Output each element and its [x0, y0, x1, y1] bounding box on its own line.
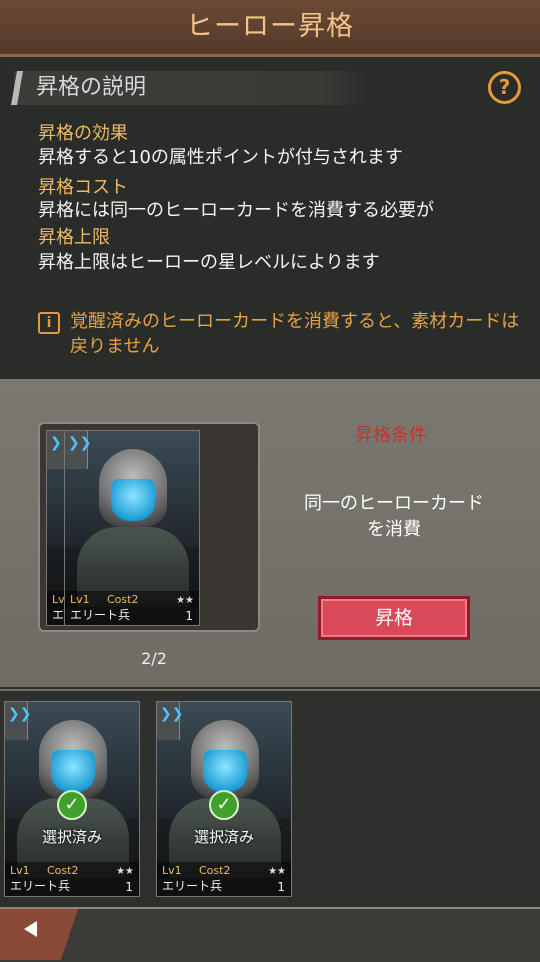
page-title: ヒーロー昇格: [186, 11, 354, 42]
card-name: エリート兵: [70, 608, 131, 622]
material-card-1[interactable]: ❯❯ ✓ 選択済み Lv1 Cost2 ★★ エリート兵 1: [4, 701, 140, 897]
chevron-rank-icon: ❯❯: [8, 706, 32, 722]
effect-text: 昇格すると10の属性ポイントが付与されます: [38, 147, 403, 168]
rank-badge: ❯❯: [157, 702, 184, 740]
card-count: 1: [185, 609, 193, 623]
card-stars: ★★: [116, 866, 134, 877]
check-circle-icon: ✓: [209, 790, 239, 820]
card-name: エリート兵: [10, 879, 71, 893]
card-count: 1: [125, 880, 133, 894]
selected-label: 選択済み: [41, 828, 102, 846]
upgrade-area: ❯❯ Lv1 エリート兵 ❯❯ Lv1 Cost2 ★★ エリート兵 1 2/2…: [0, 379, 540, 687]
rank-badge: ❯❯: [65, 431, 92, 469]
description-panel: 昇格の説明 ? 昇格の効果 昇格すると10の属性ポイントが付与されます 昇格コス…: [0, 57, 540, 379]
card-level: Lv1: [162, 864, 182, 877]
card-cost: Cost2: [107, 593, 139, 606]
material-card-2[interactable]: ❯❯ ✓ 選択済み Lv1 Cost2 ★★ エリート兵 1: [156, 701, 292, 897]
soldier-visor: [111, 479, 155, 521]
help-button[interactable]: ?: [488, 71, 521, 104]
card-level: Lv1: [10, 864, 30, 877]
rank-badge: ❯❯: [5, 702, 32, 740]
card-count: 1: [277, 880, 285, 894]
chevron-rank-icon: ❯❯: [68, 435, 92, 451]
card-name: エリート兵: [162, 879, 223, 893]
warning-text: 覚醒済みのヒーローカードを消費すると、素材カードは戻りません: [70, 311, 520, 357]
header-bar: ヒーロー昇格: [0, 0, 540, 57]
chevron-rank-icon: ❯❯: [160, 706, 184, 722]
section-title: 昇格の説明: [36, 75, 147, 100]
condition-text: 同一のヒーローカードを消費: [304, 493, 484, 540]
card-stars: ★★: [268, 866, 286, 877]
material-card-list: ❯❯ ✓ 選択済み Lv1 Cost2 ★★ エリート兵 1 ❯❯ ✓ 選択済み…: [0, 689, 540, 909]
condition-label: 昇格条件: [355, 425, 427, 446]
footer-bar: [0, 907, 540, 962]
card-stars: ★★: [176, 595, 194, 606]
effect-heading: 昇格の効果: [38, 123, 128, 144]
info-icon: i: [38, 312, 60, 334]
selected-label: 選択済み: [193, 828, 254, 846]
cost-text: 昇格には同一のヒーローカードを消費する必要が: [38, 200, 434, 221]
question-circle-icon: ?: [498, 75, 511, 99]
card-cost: Cost2: [199, 864, 231, 877]
stack-count: 2/2: [141, 649, 167, 668]
card-stack[interactable]: ❯❯ Lv1 エリート兵 ❯❯ Lv1 Cost2 ★★ エリート兵 1: [38, 422, 260, 632]
soldier-visor: [51, 750, 95, 792]
card-level: Lv1: [70, 593, 90, 606]
limit-text: 昇格上限はヒーローの星レベルによります: [38, 252, 380, 273]
soldier-visor: [203, 750, 247, 792]
upgrade-button[interactable]: 昇格: [318, 596, 470, 640]
hero-card: ❯❯ Lv1 Cost2 ★★ エリート兵 1: [64, 430, 200, 626]
check-circle-icon: ✓: [57, 790, 87, 820]
back-arrow-icon: [24, 921, 37, 937]
card-cost: Cost2: [47, 864, 79, 877]
limit-heading: 昇格上限: [38, 227, 110, 248]
